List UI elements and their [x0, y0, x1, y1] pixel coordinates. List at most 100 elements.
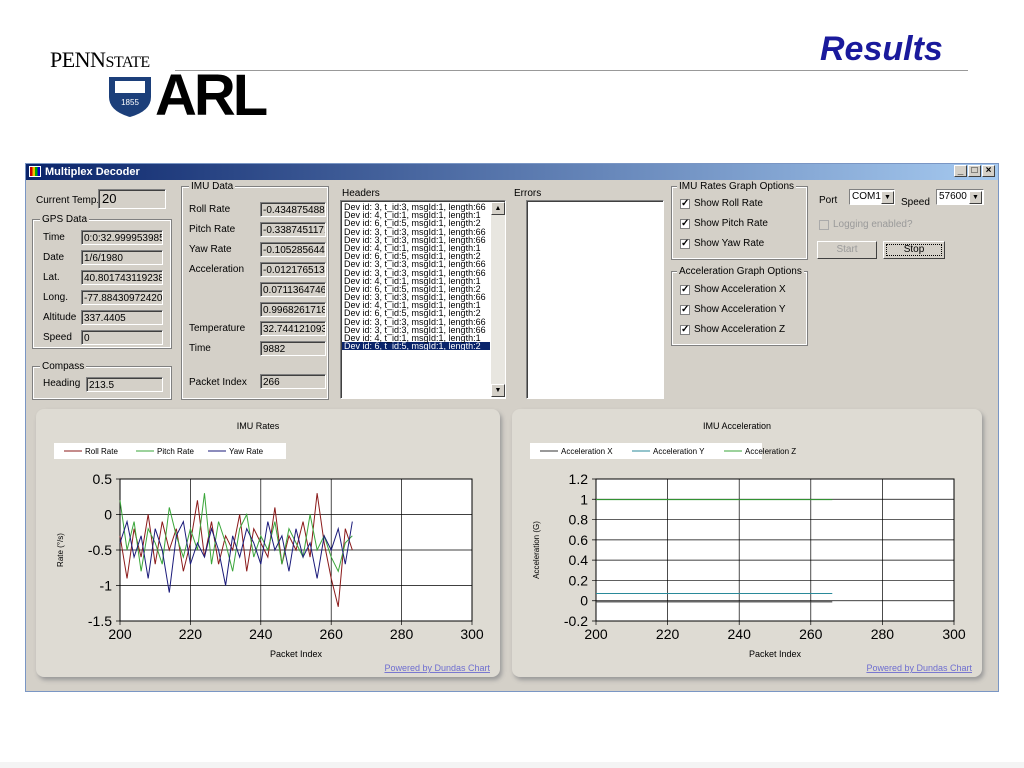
- imu-acceleration-panel: IMU Acceleration Acceleration X Accelerati…: [512, 409, 982, 677]
- pitch-rate-field: -0.3387451171: [260, 222, 326, 237]
- chart0-x-tick-label: 240: [249, 626, 273, 642]
- imu-option-checkbox-1[interactable]: ✓: [680, 219, 690, 229]
- headers-scrollbar[interactable]: ▲ ▼: [491, 202, 505, 397]
- imu-option-label-2: Show Yaw Rate: [694, 238, 765, 249]
- arl-logo: ARL: [155, 63, 268, 128]
- port-label: Port: [819, 195, 838, 206]
- imu-rates-panel: IMU Rates Roll Rate Pitch Rate Yaw Rate 200 2…: [36, 409, 500, 677]
- chart0-y-tick-label: 0.5: [93, 471, 113, 487]
- chart1-legend-label: Acceleration Z: [745, 447, 796, 456]
- current-temp-field: 20: [98, 189, 166, 209]
- chart0-x-tick-label: 220: [179, 626, 203, 642]
- chart0-x-axis-label: Packet Index: [270, 649, 323, 659]
- slide-footer: [0, 762, 1024, 768]
- chart1-y-axis-label: Acceleration (G): [532, 521, 541, 579]
- minimize-button[interactable]: _: [954, 165, 967, 177]
- chart1-plot-area: [595, 478, 955, 622]
- errors-list[interactable]: [526, 200, 664, 399]
- chart0-legend-label: Roll Rate: [85, 447, 118, 456]
- imu-acceleration-chart: IMU Acceleration Acceleration X Accelerati…: [530, 421, 972, 673]
- packet-index-label: Packet Index: [189, 377, 247, 388]
- chart1-x-axis-label: Packet Index: [749, 649, 802, 659]
- gps-2-field: 40.8017431192389: [81, 270, 163, 285]
- chart0-legend-label: Pitch Rate: [157, 447, 194, 456]
- shield-icon: 1855: [107, 75, 153, 118]
- compass-group-title: Compass: [40, 361, 87, 372]
- chart0-x-tick-label: 300: [460, 626, 484, 642]
- close-button[interactable]: ×: [982, 165, 995, 177]
- chart0-title: IMU Rates: [237, 421, 280, 431]
- chart1-title: IMU Acceleration: [703, 421, 771, 431]
- gps-1-label: Date: [43, 252, 65, 263]
- accel-y-field: 0.0711364746: [260, 282, 326, 297]
- gps-2-label: Lat.: [43, 272, 60, 283]
- temperature-label: Temperature: [189, 323, 246, 334]
- yaw-rate-field: -0.1052856445: [260, 242, 326, 257]
- headers-list[interactable]: Dev id: 3, t_id:3, msgId:1, length:66 Dev…: [340, 200, 506, 399]
- title-rule: [175, 70, 968, 71]
- headers-label: Headers: [342, 188, 380, 199]
- imu-option-checkbox-0[interactable]: ✓: [680, 199, 690, 209]
- chart0-y-tick-label: -1: [100, 578, 113, 594]
- imu-option-checkbox-2[interactable]: ✓: [680, 239, 690, 249]
- imu-group-title: IMU Data: [189, 181, 236, 192]
- scroll-up-icon[interactable]: ▲: [491, 202, 505, 215]
- start-button[interactable]: Start: [817, 241, 877, 259]
- chart1-y-tick-label: 0.2: [569, 572, 589, 588]
- accel-option-checkbox-1[interactable]: ✓: [680, 305, 690, 315]
- gps-5-label: Speed: [43, 332, 72, 343]
- logging-label: Logging enabled?: [833, 219, 913, 230]
- title-bar[interactable]: Multiplex Decoder _ □ ×: [26, 164, 998, 180]
- yaw-rate-label: Yaw Rate: [189, 244, 232, 255]
- chart0-y-tick-label: 0: [104, 507, 112, 523]
- slide-title: Results: [820, 30, 943, 68]
- chart1-x-tick-label: 220: [656, 626, 680, 642]
- roll-rate-label: Roll Rate: [189, 204, 231, 215]
- app-icon: [29, 166, 41, 177]
- port-dropdown-icon[interactable]: ▼: [881, 191, 894, 204]
- chart0-x-tick-label: 260: [320, 626, 344, 642]
- scroll-down-icon[interactable]: ▼: [491, 384, 505, 397]
- chart0-y-tick-label: -0.5: [88, 542, 112, 558]
- gps-4-label: Altitude: [43, 312, 77, 323]
- gps-0-field: 0:0:32.9999539852: [81, 230, 163, 245]
- pitch-rate-label: Pitch Rate: [189, 224, 236, 235]
- chart1-legend-label: Acceleration X: [561, 447, 613, 456]
- errors-label: Errors: [514, 188, 542, 199]
- acceleration-label: Acceleration: [189, 264, 245, 275]
- chart1-y-tick-label: 1.2: [569, 471, 589, 487]
- chart1-x-tick-label: 280: [871, 626, 895, 642]
- accel-graph-options-title: Acceleration Graph Options: [677, 266, 804, 277]
- accel-option-label-0: Show Acceleration X: [694, 284, 786, 295]
- gps-0-label: Time: [43, 232, 65, 243]
- gps-3-label: Long.: [43, 292, 69, 303]
- gps-3-field: -77.8843097242009: [81, 290, 163, 305]
- port-value: COM1: [852, 191, 881, 202]
- chart0-y-axis-label: Rate (°/s): [56, 533, 65, 567]
- pennstate-logo: PENNSTATE: [50, 47, 150, 72]
- window-title: Multiplex Decoder: [45, 166, 140, 178]
- chart0-credit-link: Powered by Dundas Chart: [384, 663, 490, 673]
- stop-button[interactable]: Stop: [883, 241, 945, 259]
- shield-year: 1855: [121, 98, 139, 107]
- chart1-x-tick-label: 240: [728, 626, 752, 642]
- logging-checkbox[interactable]: [819, 220, 829, 230]
- chart1-x-tick-label: 300: [942, 626, 966, 642]
- chart1-x-tick-label: 260: [799, 626, 823, 642]
- header-list-item[interactable]: Dev id: 6, t_id:5, msgId:1, length:2: [342, 342, 490, 351]
- speed-dropdown-icon[interactable]: ▼: [969, 191, 982, 204]
- gps-1-field: 1/6/1980: [81, 250, 163, 265]
- maximize-button[interactable]: □: [968, 165, 981, 177]
- heading-field: 213.5: [86, 377, 163, 392]
- accel-option-checkbox-2[interactable]: ✓: [680, 325, 690, 335]
- chart1-credit-link: Powered by Dundas Chart: [866, 663, 972, 673]
- accel-option-checkbox-0[interactable]: ✓: [680, 285, 690, 295]
- heading-label: Heading: [43, 378, 81, 389]
- chart1-y-tick-label: 1: [580, 491, 588, 507]
- gps-group-title: GPS Data: [40, 214, 90, 225]
- chart1-y-tick-label: 0: [580, 593, 588, 609]
- accel-option-label-2: Show Acceleration Z: [694, 324, 786, 335]
- time-label: Time: [189, 343, 211, 354]
- chart1-y-tick-label: -0.2: [564, 613, 588, 629]
- accel-z-field: 0.9968261718: [260, 302, 326, 317]
